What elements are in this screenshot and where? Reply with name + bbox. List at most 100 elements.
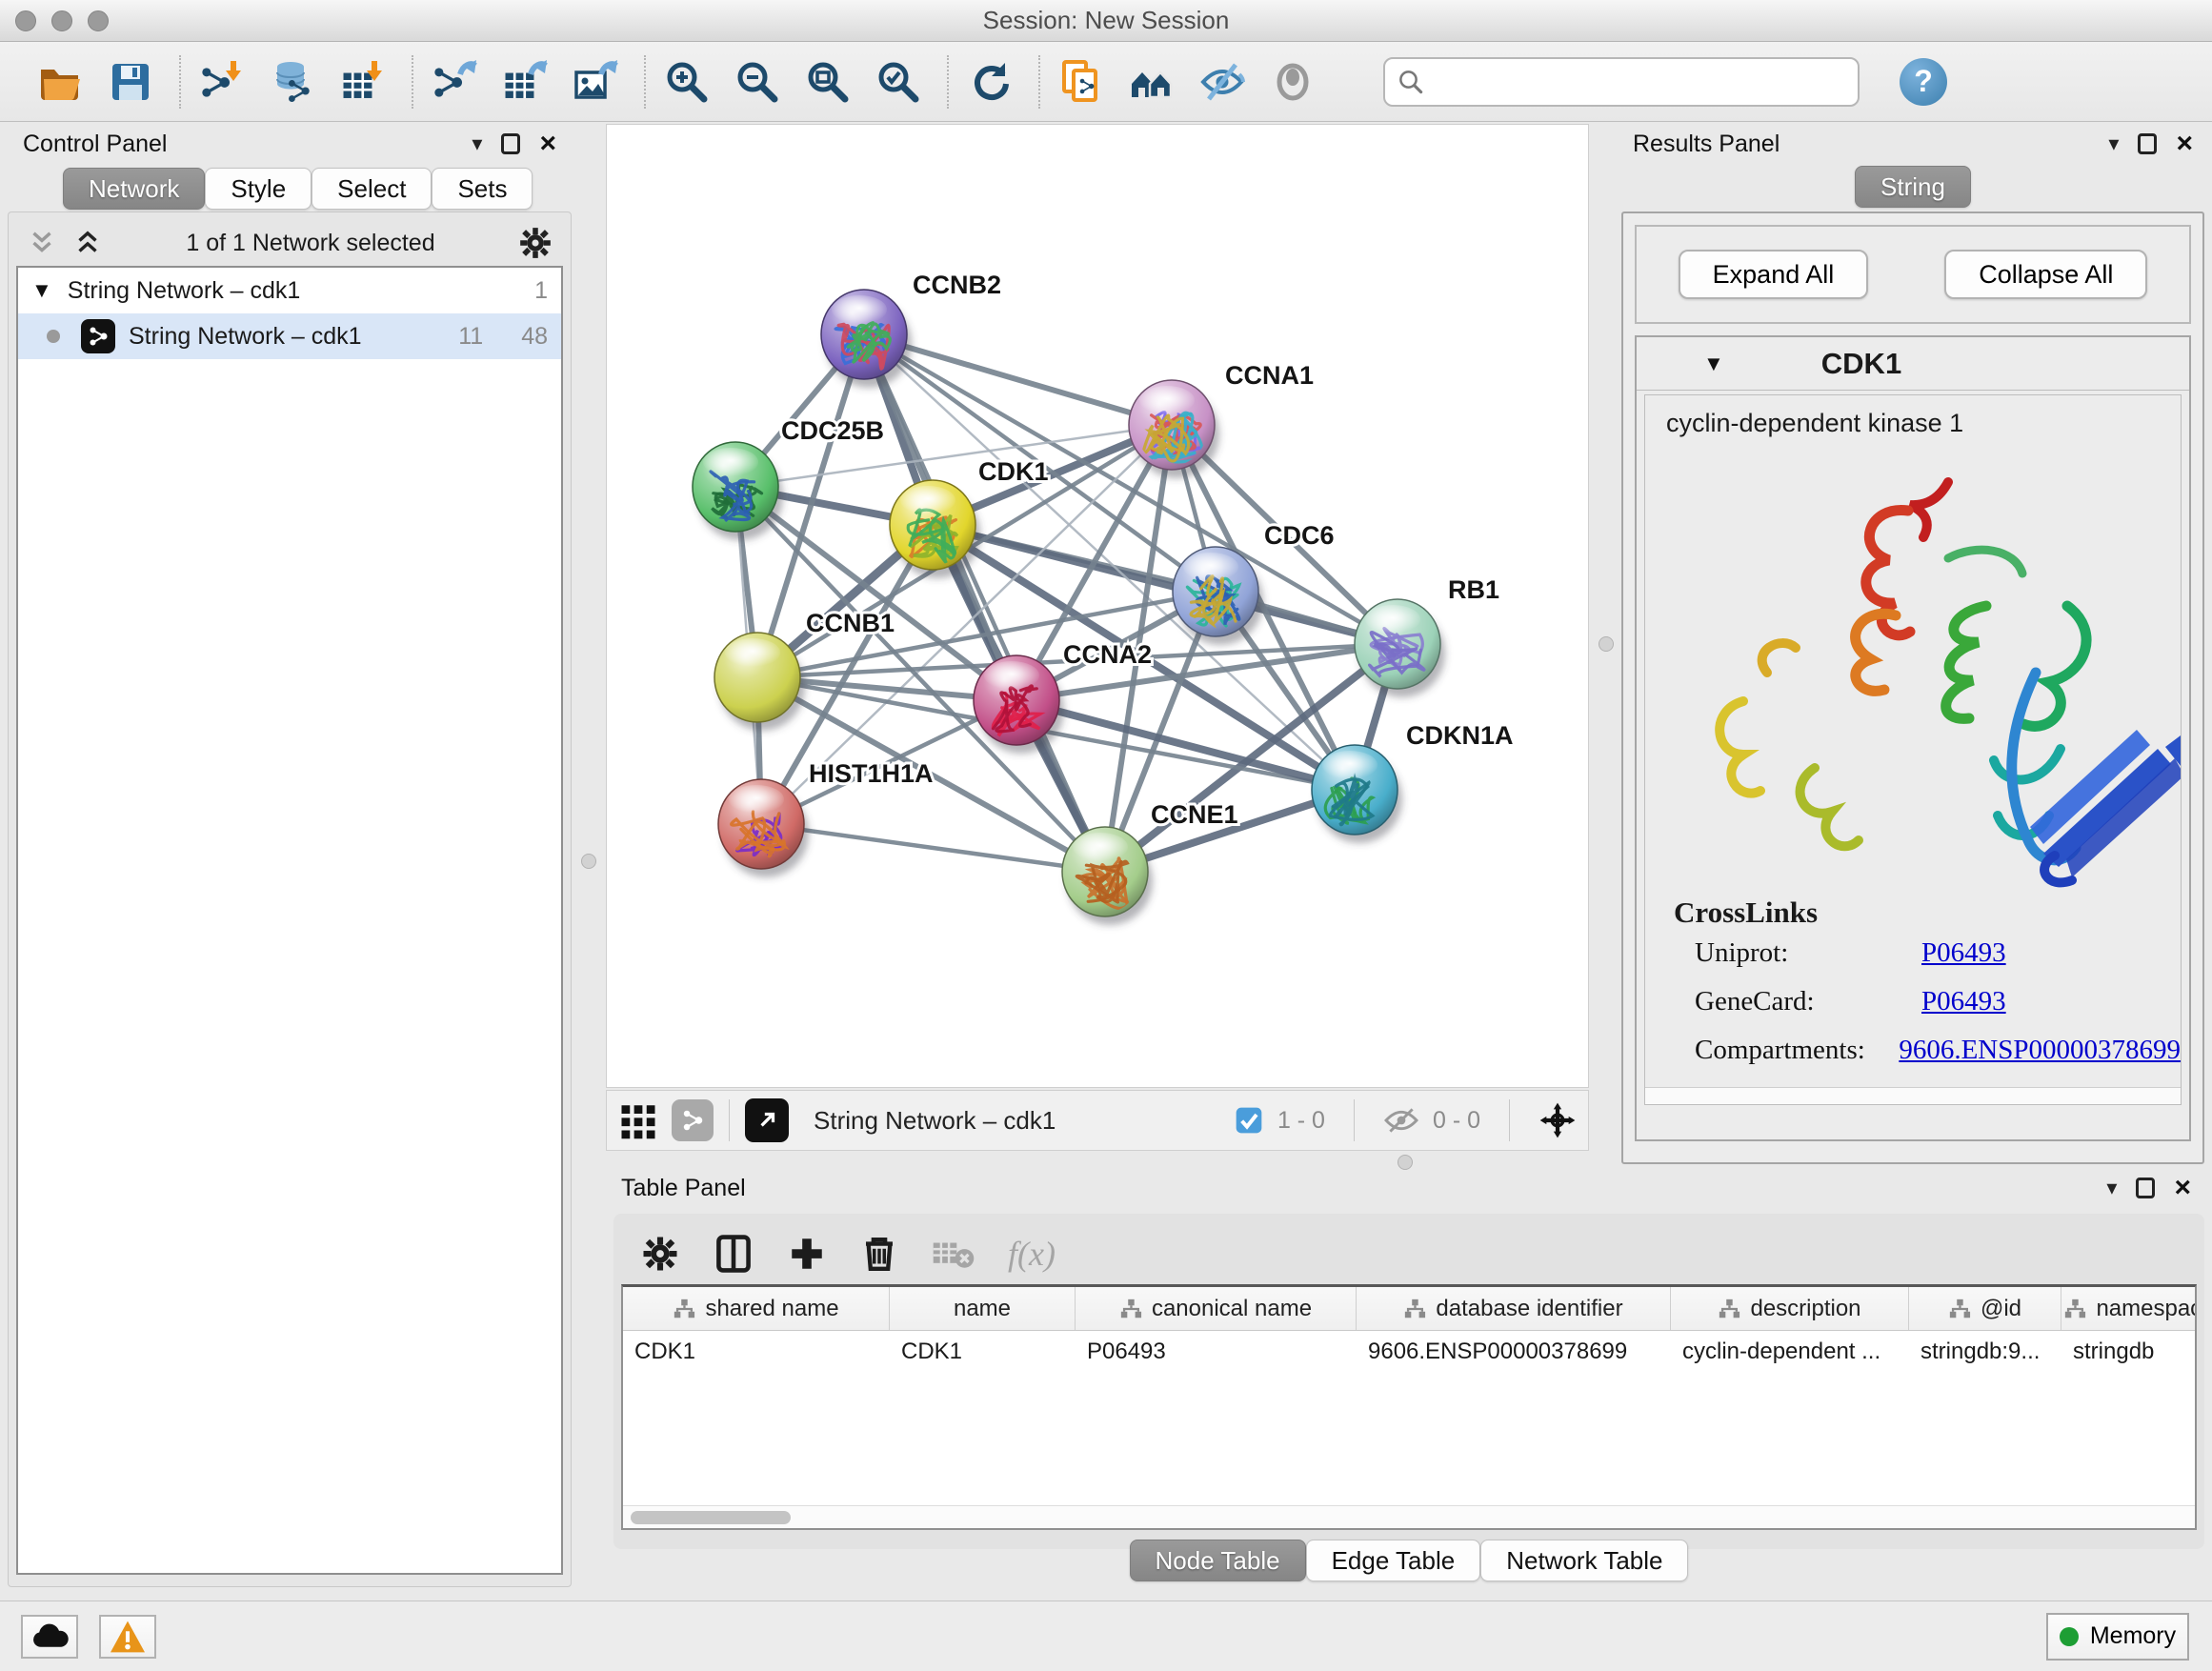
search-box[interactable] xyxy=(1383,57,1860,107)
network-share-icon[interactable] xyxy=(672,1099,714,1141)
network-edge[interactable] xyxy=(761,824,1105,872)
zoom-in-icon xyxy=(664,59,710,105)
column-header-canonical-name[interactable]: canonical name xyxy=(1076,1287,1357,1330)
hide-eye-button[interactable] xyxy=(1195,54,1250,110)
memory-button[interactable]: Memory xyxy=(2046,1613,2189,1661)
collapse-all-icon[interactable] xyxy=(26,227,58,259)
zoom-in-button[interactable] xyxy=(659,54,714,110)
crosslink-link[interactable]: P06493 xyxy=(1921,937,2006,969)
network-collection-row[interactable]: ▼ String Network – cdk1 1 xyxy=(18,268,561,313)
birdseye-grid-icon[interactable] xyxy=(618,1100,658,1140)
column-header-name[interactable]: name xyxy=(890,1287,1076,1330)
hidden-eye-icon xyxy=(1383,1105,1419,1136)
refresh-button[interactable] xyxy=(962,54,1017,110)
warnings-button[interactable] xyxy=(99,1615,156,1659)
expand-all-icon[interactable] xyxy=(71,227,104,259)
crosslinks-title: CrossLinks xyxy=(1674,896,2181,930)
tab-string[interactable]: String xyxy=(1855,166,1971,208)
import-database-button[interactable] xyxy=(265,54,320,110)
panel-close-icon[interactable]: × xyxy=(2176,133,2193,154)
collapse-triangle-icon[interactable]: ▼ xyxy=(31,278,52,303)
import-table-button[interactable] xyxy=(335,54,391,110)
tab-sets[interactable]: Sets xyxy=(432,168,533,210)
gear-icon[interactable] xyxy=(640,1234,680,1274)
delete-column-icon[interactable] xyxy=(859,1234,899,1274)
selected-checkbox-icon[interactable] xyxy=(1234,1105,1264,1136)
cloud-status-button[interactable] xyxy=(21,1615,78,1659)
tab-network-table[interactable]: Network Table xyxy=(1480,1540,1688,1581)
panel-menu-icon[interactable]: ▾ xyxy=(472,131,482,156)
tab-edge-table[interactable]: Edge Table xyxy=(1306,1540,1481,1581)
zoom-selected-button[interactable] xyxy=(871,54,926,110)
node-label-CDC6: CDC6 xyxy=(1264,521,1335,550)
network-node-CCNA1[interactable] xyxy=(1129,380,1219,478)
network-icon xyxy=(81,319,115,353)
scrollbar-thumb[interactable] xyxy=(631,1511,791,1524)
gene-entry-header[interactable]: ▼ CDK1 xyxy=(1637,337,2189,391)
results-panel-title: Results Panel xyxy=(1633,131,1780,158)
tab-select[interactable]: Select xyxy=(312,168,432,210)
memory-label: Memory xyxy=(2090,1622,2176,1650)
network-node-CDC6[interactable] xyxy=(1173,547,1263,645)
network-node-CCNA2[interactable] xyxy=(974,655,1064,754)
export-image-button[interactable] xyxy=(568,54,623,110)
tab-node-table[interactable]: Node Table xyxy=(1130,1540,1306,1581)
gear-icon[interactable] xyxy=(517,225,553,261)
tab-style[interactable]: Style xyxy=(205,168,312,210)
column-header-namespace[interactable]: namespace xyxy=(2061,1287,2197,1330)
panel-menu-icon[interactable]: ▾ xyxy=(2108,131,2119,156)
fit-selected-crosshair-icon[interactable] xyxy=(1538,1101,1577,1139)
save-session-button[interactable] xyxy=(103,54,158,110)
table-cell: 9606.ENSP00000378699 xyxy=(1357,1331,1671,1373)
copy-documents-button[interactable] xyxy=(1054,54,1109,110)
crosslink-link[interactable]: 9606.ENSP00000378699 xyxy=(1899,1035,2181,1066)
show-columns-icon[interactable] xyxy=(713,1233,754,1275)
crosslink-link[interactable]: P06493 xyxy=(1921,986,2006,1017)
panel-float-icon[interactable] xyxy=(2136,1178,2155,1198)
network-node-RB1[interactable] xyxy=(1355,599,1445,697)
network-canvas[interactable]: CCNB2CCNA1CDC25BCDK1CDC6RB1CCNB1CCNA2CDK… xyxy=(606,124,1589,1088)
help-button[interactable]: ? xyxy=(1900,58,1947,106)
add-column-icon[interactable] xyxy=(787,1234,827,1274)
collapse-triangle-icon[interactable]: ▼ xyxy=(1703,352,1724,376)
import-network-button[interactable] xyxy=(194,54,250,110)
export-image-icon xyxy=(573,59,618,105)
zoom-out-button[interactable] xyxy=(730,54,785,110)
network-node-HIST1H1A[interactable] xyxy=(718,779,809,877)
crosslink-label: GeneCard: xyxy=(1695,986,1921,1017)
panel-float-icon[interactable] xyxy=(2138,133,2157,154)
panel-close-icon[interactable]: × xyxy=(2174,1178,2191,1198)
table-cell: P06493 xyxy=(1076,1331,1357,1373)
collapse-all-button[interactable]: Collapse All xyxy=(1944,250,2147,299)
detach-view-icon[interactable] xyxy=(745,1098,789,1142)
search-input[interactable] xyxy=(1425,69,1858,95)
network-node-CDC25B[interactable] xyxy=(693,442,783,540)
node-label-CDKN1A: CDKN1A xyxy=(1406,721,1514,750)
left-splitter-handle[interactable] xyxy=(581,854,596,869)
panel-float-icon[interactable] xyxy=(501,133,520,154)
show-eye-button[interactable] xyxy=(1265,54,1320,110)
zoom-fit-button[interactable] xyxy=(800,54,855,110)
node-label-CCNA2: CCNA2 xyxy=(1063,640,1152,669)
network-collection-label: String Network – cdk1 xyxy=(68,277,301,305)
panel-close-icon[interactable]: × xyxy=(539,133,556,154)
results-scrollbar[interactable] xyxy=(1645,1087,2181,1104)
table-row[interactable]: CDK1CDK1P064939606.ENSP00000378699cyclin… xyxy=(623,1331,2195,1373)
open-folder-button[interactable] xyxy=(32,54,88,110)
column-type-icon xyxy=(1718,1298,1740,1320)
houses-button[interactable] xyxy=(1124,54,1179,110)
column-header-@id[interactable]: @id xyxy=(1909,1287,2061,1330)
column-header-database-identifier[interactable]: database identifier xyxy=(1357,1287,1671,1330)
column-header-shared-name[interactable]: shared name xyxy=(623,1287,890,1330)
right-splitter-handle[interactable] xyxy=(1599,636,1614,652)
tab-network[interactable]: Network xyxy=(63,168,205,210)
panel-menu-icon[interactable]: ▾ xyxy=(2106,1176,2117,1200)
network-node-CDKN1A[interactable] xyxy=(1312,745,1402,843)
network-node-CDK1[interactable] xyxy=(890,480,980,578)
expand-all-button[interactable]: Expand All xyxy=(1679,250,1869,299)
export-table-button[interactable] xyxy=(497,54,553,110)
network-row-selected[interactable]: String Network – cdk1 11 48 xyxy=(18,313,561,359)
export-network-button[interactable] xyxy=(427,54,482,110)
column-header-description[interactable]: description xyxy=(1671,1287,1909,1330)
table-horizontal-scrollbar[interactable] xyxy=(623,1505,2195,1528)
